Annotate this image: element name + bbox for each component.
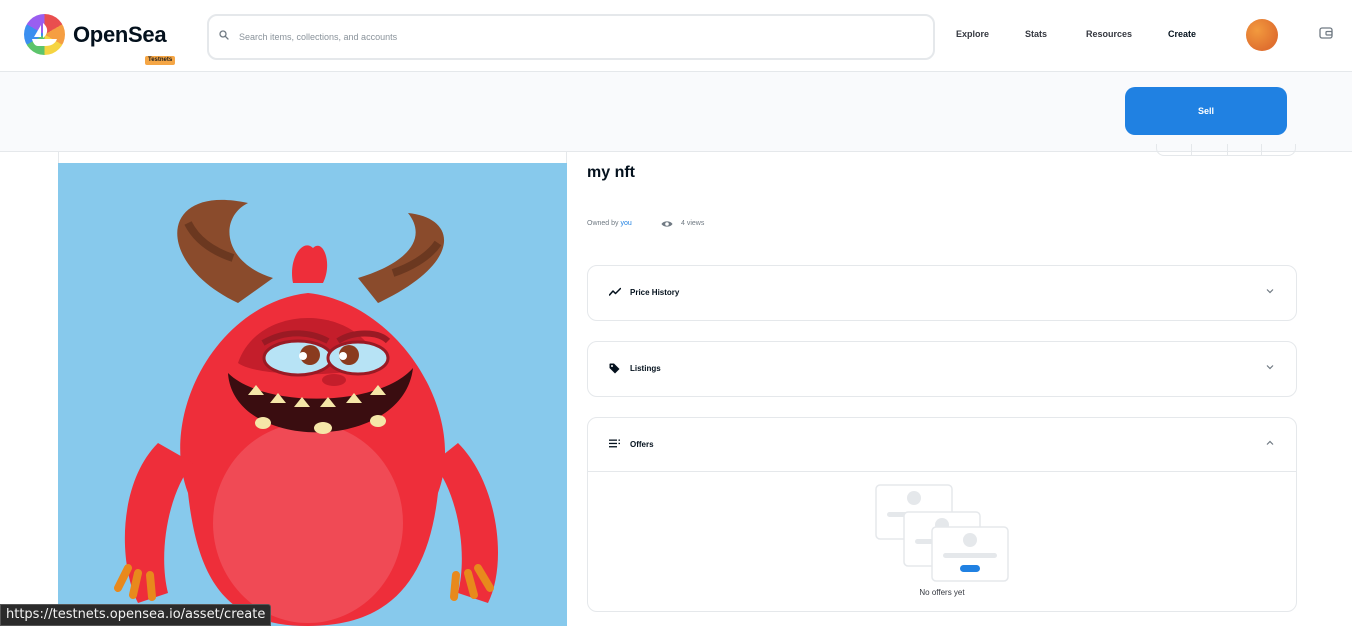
- asset-title: my nft: [587, 164, 635, 181]
- eye-icon: [661, 221, 673, 227]
- chevron-up-icon: [1266, 440, 1274, 445]
- owned-by-label: Owned by: [587, 220, 621, 227]
- asset-toolbar[interactable]: [1156, 144, 1296, 156]
- sell-button[interactable]: Sell: [1125, 87, 1287, 135]
- toolbar-divider: [1227, 144, 1228, 155]
- no-offers-message: No offers yet: [919, 588, 965, 597]
- search-input[interactable]: [239, 27, 899, 47]
- trending-chart-icon: [609, 287, 621, 296]
- chevron-down-icon: [1266, 365, 1274, 370]
- tag-icon: [609, 363, 620, 374]
- status-bar-url: https://testnets.opensea.io/asset/create: [0, 604, 272, 626]
- nav-resources[interactable]: Resources: [1086, 29, 1132, 39]
- red-monster-illustration: [114, 199, 498, 626]
- offers-header[interactable]: Offers: [588, 418, 1296, 472]
- empty-offers-illustration: [875, 484, 1009, 582]
- nav-explore[interactable]: Explore: [956, 29, 989, 39]
- toolbar-divider: [1261, 144, 1262, 155]
- price-history-label: Price History: [630, 288, 680, 297]
- testnets-badge: Testnets: [145, 56, 176, 65]
- search-bar[interactable]: [207, 14, 935, 60]
- brand-name[interactable]: OpenSea: [73, 22, 167, 48]
- top-navbar: OpenSea Testnets Explore Stats Resources…: [0, 0, 1352, 72]
- owner-action-bar: Sell: [0, 72, 1352, 152]
- listings-label: Listings: [630, 364, 661, 373]
- owned-by: Owned by you: [587, 220, 632, 227]
- listings-header[interactable]: Listings: [588, 342, 1296, 396]
- toolbar-divider: [1191, 144, 1192, 155]
- opensea-logo[interactable]: [24, 14, 65, 55]
- view-count: 4 views: [681, 220, 705, 227]
- listings-panel[interactable]: Listings: [587, 341, 1297, 397]
- sailboat-icon: [32, 23, 57, 46]
- offers-panel: Offers No offers yet: [587, 417, 1297, 612]
- nft-image[interactable]: [58, 163, 567, 626]
- price-history-header[interactable]: Price History: [588, 266, 1296, 320]
- nav-stats[interactable]: Stats: [1025, 29, 1047, 39]
- list-icon: [609, 439, 620, 448]
- price-history-panel[interactable]: Price History: [587, 265, 1297, 321]
- image-frame: [58, 152, 567, 163]
- chevron-down-icon: [1266, 289, 1274, 294]
- owner-link[interactable]: you: [620, 220, 631, 227]
- nav-create[interactable]: Create: [1168, 29, 1196, 39]
- offers-label: Offers: [630, 440, 654, 449]
- profile-avatar[interactable]: [1246, 19, 1278, 51]
- wallet-icon[interactable]: [1319, 27, 1333, 39]
- search-icon: [219, 30, 229, 40]
